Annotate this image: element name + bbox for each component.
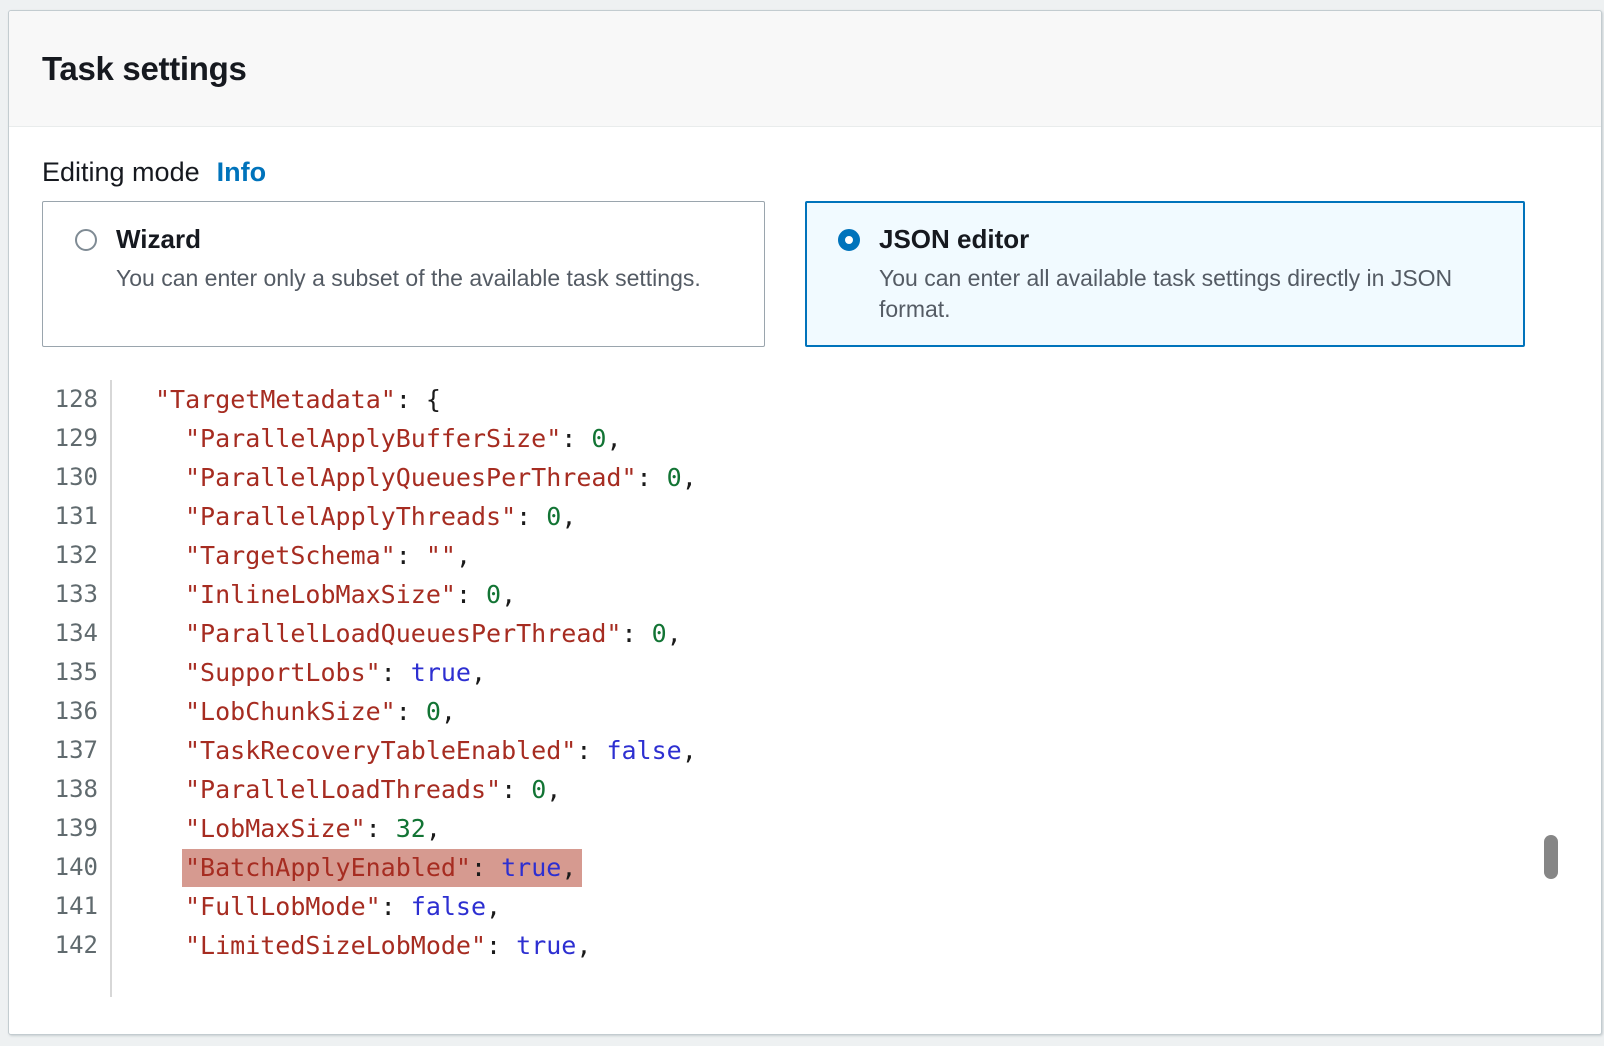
line-number: 142	[42, 926, 112, 965]
code-text[interactable]: "ParallelLoadQueuesPerThread": 0,	[112, 614, 682, 653]
line-number: 128	[42, 380, 112, 419]
code-line[interactable]: 129"ParallelApplyBufferSize": 0,	[42, 419, 1568, 458]
line-number: 135	[42, 653, 112, 692]
code-line[interactable]: 135"SupportLobs": true,	[42, 653, 1568, 692]
code-line[interactable]: 138"ParallelLoadThreads": 0,	[42, 770, 1568, 809]
code-line[interactable]: 131"ParallelApplyThreads": 0,	[42, 497, 1568, 536]
code-line[interactable]: 142"LimitedSizeLobMode": true,	[42, 926, 1568, 965]
line-number: 133	[42, 575, 112, 614]
line-number: 136	[42, 692, 112, 731]
json-code-editor[interactable]: 128"TargetMetadata": {129"ParallelApplyB…	[42, 380, 1568, 997]
code-text[interactable]: "TargetMetadata": {	[112, 380, 441, 419]
option-card-wizard[interactable]: Wizard You can enter only a subset of th…	[42, 201, 765, 347]
json-editor-option-description: You can enter all available task setting…	[879, 263, 1493, 325]
json-editor-radio-row: JSON editor	[838, 224, 1493, 255]
wizard-option-description: You can enter only a subset of the avail…	[116, 263, 734, 294]
line-number: 141	[42, 887, 112, 926]
line-number: 139	[42, 809, 112, 848]
line-number: 140	[42, 848, 112, 887]
panel-header: Task settings	[9, 11, 1601, 127]
code-text[interactable]: "LobChunkSize": 0,	[112, 692, 456, 731]
code-text[interactable]: "ParallelApplyBufferSize": 0,	[112, 419, 622, 458]
gutter-filler	[42, 965, 112, 997]
code-line[interactable]: 134"ParallelLoadQueuesPerThread": 0,	[42, 614, 1568, 653]
line-number: 132	[42, 536, 112, 575]
code-text[interactable]: "LobMaxSize": 32,	[112, 809, 441, 848]
code-line[interactable]: 128"TargetMetadata": {	[42, 380, 1568, 419]
wizard-radio-row: Wizard	[75, 224, 734, 255]
code-line[interactable]: 137"TaskRecoveryTableEnabled": false,	[42, 731, 1568, 770]
json-editor-option-label: JSON editor	[879, 224, 1029, 255]
line-number: 129	[42, 419, 112, 458]
page-title: Task settings	[42, 50, 247, 88]
code-line[interactable]: 132"TargetSchema": "",	[42, 536, 1568, 575]
code-text[interactable]: "TaskRecoveryTableEnabled": false,	[112, 731, 697, 770]
highlighted-code: "BatchApplyEnabled": true,	[182, 849, 582, 887]
editing-mode-row: Editing mode Info	[42, 157, 1568, 188]
radio-selected-icon[interactable]	[838, 229, 860, 251]
code-text[interactable]: "ParallelApplyQueuesPerThread": 0,	[112, 458, 697, 497]
line-number: 131	[42, 497, 112, 536]
code-text[interactable]: "BatchApplyEnabled": true,	[112, 848, 582, 887]
line-number: 130	[42, 458, 112, 497]
code-line[interactable]: 136"LobChunkSize": 0,	[42, 692, 1568, 731]
scrollbar-thumb[interactable]	[1544, 835, 1558, 879]
line-number: 134	[42, 614, 112, 653]
code-line[interactable]: 139"LobMaxSize": 32,	[42, 809, 1568, 848]
code-lines: 128"TargetMetadata": {129"ParallelApplyB…	[42, 380, 1568, 997]
code-text[interactable]: "InlineLobMaxSize": 0,	[112, 575, 516, 614]
panel-content: Editing mode Info Wizard You can enter o…	[9, 127, 1601, 997]
code-text[interactable]: "FullLobMode": false,	[112, 887, 501, 926]
wizard-option-label: Wizard	[116, 224, 201, 255]
line-number: 138	[42, 770, 112, 809]
code-line[interactable]: 133"InlineLobMaxSize": 0,	[42, 575, 1568, 614]
code-text[interactable]: "ParallelLoadThreads": 0,	[112, 770, 561, 809]
radio-unselected-icon[interactable]	[75, 229, 97, 251]
editing-mode-label: Editing mode	[42, 157, 200, 188]
code-line[interactable]: 140 "BatchApplyEnabled": true,	[42, 848, 1568, 887]
code-text[interactable]: "SupportLobs": true,	[112, 653, 486, 692]
info-link[interactable]: Info	[217, 157, 266, 188]
task-settings-panel: Task settings Editing mode Info Wizard Y…	[8, 10, 1602, 1035]
code-line[interactable]: 130"ParallelApplyQueuesPerThread": 0,	[42, 458, 1568, 497]
code-text[interactable]: "ParallelApplyThreads": 0,	[112, 497, 576, 536]
line-number: 137	[42, 731, 112, 770]
option-card-json-editor[interactable]: JSON editor You can enter all available …	[805, 201, 1525, 347]
code-text[interactable]: "LimitedSizeLobMode": true,	[112, 926, 591, 965]
code-text[interactable]: "TargetSchema": "",	[112, 536, 471, 575]
code-line[interactable]: 141"FullLobMode": false,	[42, 887, 1568, 926]
editing-mode-options: Wizard You can enter only a subset of th…	[42, 201, 1568, 347]
